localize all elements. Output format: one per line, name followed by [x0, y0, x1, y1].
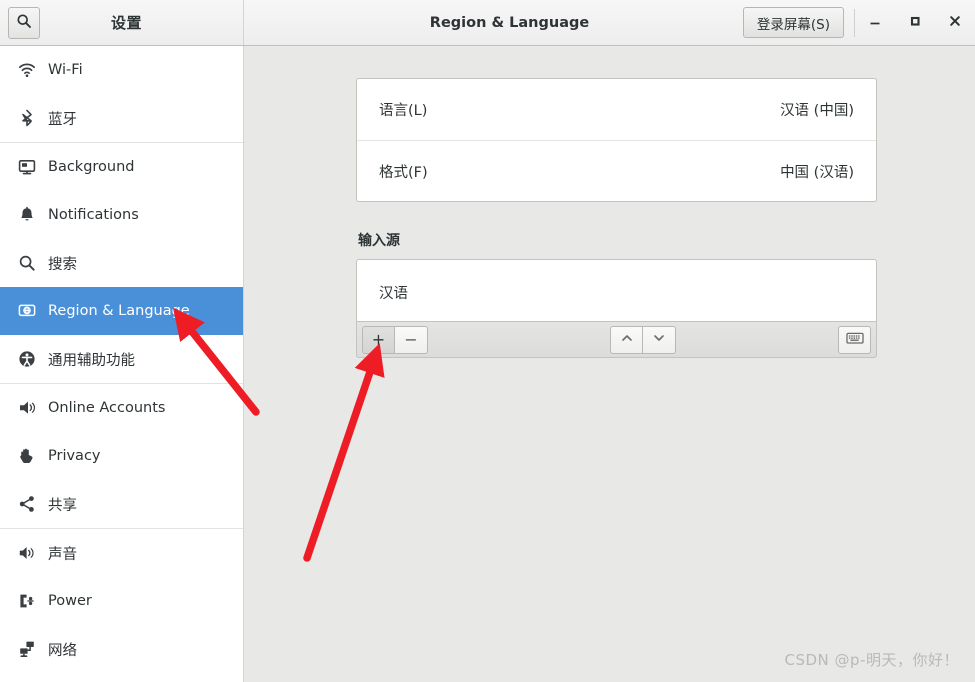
accessibility-icon [14, 350, 40, 368]
input-sources-toolbar: + − [356, 321, 877, 358]
sidebar-item-privacy[interactable]: Privacy [0, 432, 243, 480]
sidebar-item-power[interactable]: Power [0, 577, 243, 625]
window-body: Wi-Fi 蓝牙 Background Notifications 搜索 Reg… [0, 46, 975, 682]
sidebar-item-universal-access[interactable]: 通用辅助功能 [0, 335, 243, 383]
maximize-icon [908, 14, 922, 32]
sidebar-item-label: Online Accounts [48, 400, 166, 416]
maximize-button[interactable] [895, 0, 935, 46]
titlebar: 设置 Region & Language 登录屏幕(S) [0, 0, 975, 46]
minimize-icon [868, 14, 882, 32]
content-area: 语言(L) 汉语 (中国) 格式(F) 中国 (汉语) 输入源 汉语 + − C… [244, 46, 975, 682]
language-row-label: 语言(L) [379, 103, 428, 119]
sidebar-item-label: 蓝牙 [48, 111, 77, 128]
monitor-icon [14, 158, 40, 176]
search-icon [14, 254, 40, 272]
online-accounts-icon [14, 399, 40, 417]
minimize-button[interactable] [855, 0, 895, 46]
move-group [610, 325, 676, 354]
sidebar-item-label: Notifications [48, 207, 139, 223]
add-input-source-button[interactable]: + [362, 325, 395, 354]
titlebar-main-header: Region & Language 登录屏幕(S) [244, 0, 975, 45]
close-icon [948, 14, 962, 32]
window-controls [855, 0, 975, 46]
remove-input-source-label: − [404, 330, 418, 349]
sidebar-item-label: 网络 [48, 642, 77, 659]
sidebar-item-label: Background [48, 159, 135, 175]
hand-icon [14, 447, 40, 465]
format-row-value: 中国 (汉语) [780, 164, 854, 181]
input-source-label: 汉语 [379, 285, 408, 302]
move-down-button[interactable] [643, 325, 676, 354]
sidebar-item-label: Power [48, 593, 92, 609]
remove-input-source-button[interactable]: − [395, 325, 428, 354]
sidebar-item-label: 搜索 [48, 256, 77, 273]
sidebar-item-label: 通用辅助功能 [48, 352, 135, 369]
bell-icon [14, 206, 40, 224]
sidebar-item-search[interactable]: 搜索 [0, 239, 243, 287]
format-row-label: 格式(F) [379, 164, 428, 181]
speaker-icon [14, 544, 40, 562]
power-plug-icon [14, 592, 40, 610]
sidebar-item-sound[interactable]: 声音 [0, 529, 243, 577]
sidebar-item-online-accounts[interactable]: Online Accounts [0, 384, 243, 432]
sidebar-item-background[interactable]: Background [0, 143, 243, 191]
login-screen-button[interactable]: 登录屏幕(S) [742, 7, 844, 38]
keyboard-icon [845, 330, 864, 349]
chevron-up-icon [619, 330, 635, 350]
input-sources-list[interactable]: 汉语 [356, 259, 877, 321]
wifi-icon [14, 61, 40, 79]
sidebar-item-label: Region & Language [48, 303, 190, 319]
sidebar-item-label: 共享 [48, 497, 77, 514]
region-language-panel: 语言(L) 汉语 (中国) 格式(F) 中国 (汉语) 输入源 汉语 + − [356, 78, 877, 358]
sidebar-item-label: Wi-Fi [48, 62, 83, 78]
move-up-button[interactable] [610, 325, 643, 354]
sidebar-item-sharing[interactable]: 共享 [0, 480, 243, 528]
sidebar-item-bluetooth[interactable]: 蓝牙 [0, 94, 243, 142]
sidebar-item-wi-fi[interactable]: Wi-Fi [0, 46, 243, 94]
login-screen-button-label: 登录屏幕(S) [756, 16, 830, 33]
search-icon [16, 13, 32, 33]
settings-window: 设置 Region & Language 登录屏幕(S) Wi-Fi 蓝牙 Ba… [0, 0, 975, 682]
language-row-value: 汉语 (中国) [780, 103, 854, 119]
format-row[interactable]: 格式(F) 中国 (汉语) [357, 140, 876, 201]
close-button[interactable] [935, 0, 975, 46]
bluetooth-icon [14, 109, 40, 127]
keyboard-group [838, 325, 871, 354]
titlebar-sidebar-header: 设置 [0, 0, 244, 45]
input-sources-heading: 输入源 [358, 233, 400, 249]
sidebar[interactable]: Wi-Fi 蓝牙 Background Notifications 搜索 Reg… [0, 46, 244, 682]
watermark: CSDN @p-明天，你好！ [784, 651, 959, 669]
sidebar-item-notifications[interactable]: Notifications [0, 191, 243, 239]
add-input-source-label: + [371, 330, 386, 349]
language-row[interactable]: 语言(L) 汉语 (中国) [357, 79, 876, 140]
sidebar-item-label: Privacy [48, 448, 101, 464]
chevron-down-icon [651, 330, 667, 350]
sidebar-item-region-language[interactable]: Region & Language [0, 287, 243, 335]
add-remove-group: + − [362, 325, 428, 354]
share-icon [14, 495, 40, 513]
region-language-icon [14, 302, 40, 320]
sidebar-item-network[interactable]: 网络 [0, 625, 243, 673]
search-button[interactable] [8, 7, 40, 39]
language-format-card: 语言(L) 汉语 (中国) 格式(F) 中国 (汉语) [356, 78, 877, 202]
show-keyboard-layout-button[interactable] [838, 325, 871, 354]
sidebar-item-label: 声音 [48, 546, 77, 563]
input-source-item[interactable]: 汉语 [357, 272, 876, 312]
network-icon [14, 640, 40, 658]
